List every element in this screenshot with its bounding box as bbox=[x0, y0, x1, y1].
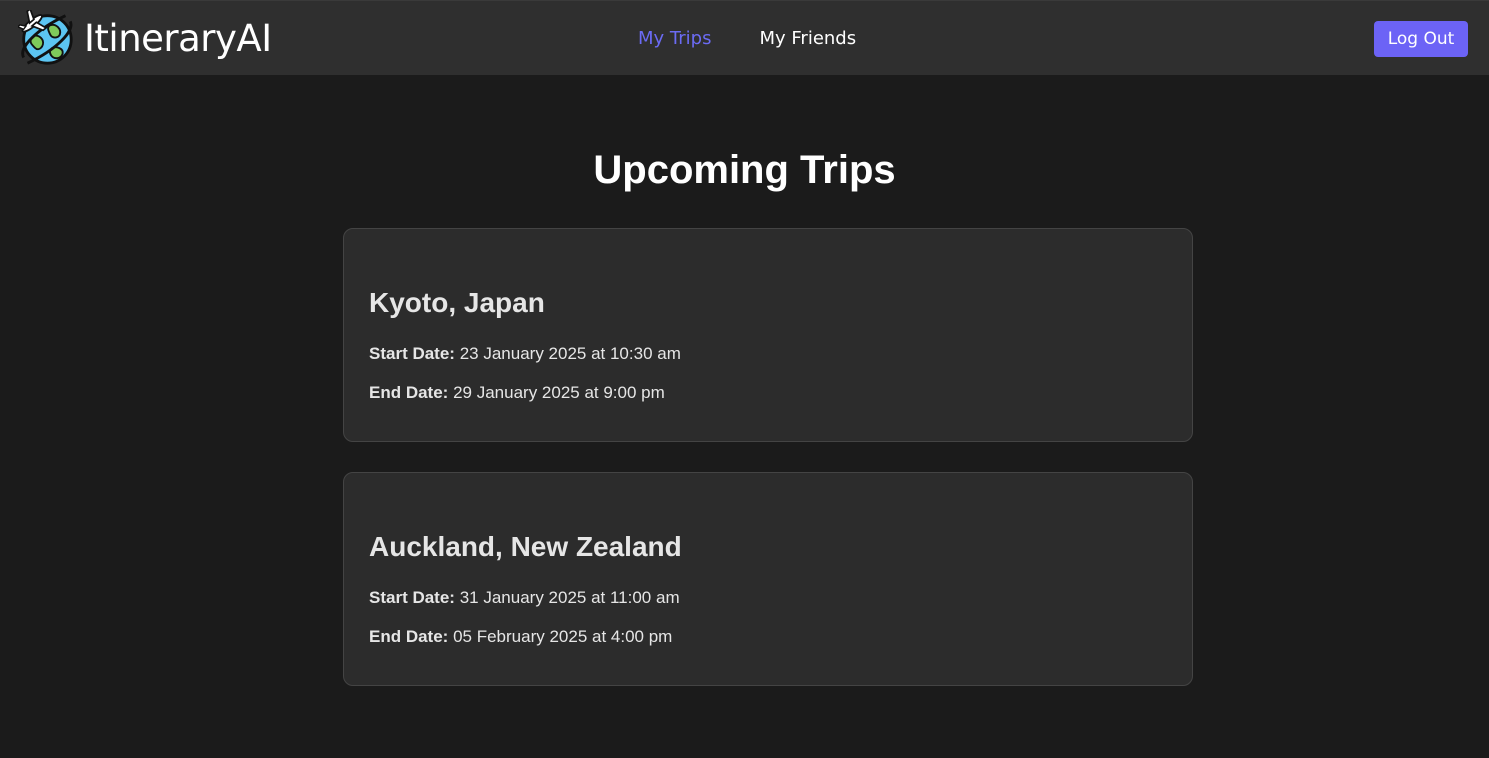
main-nav: My Trips My Friends bbox=[638, 28, 856, 49]
trip-destination: Auckland, New Zealand bbox=[369, 531, 682, 562]
start-date-label: Start Date: bbox=[369, 588, 455, 607]
start-date-label: Start Date: bbox=[369, 344, 455, 363]
trip-destination: Kyoto, Japan bbox=[369, 287, 545, 318]
end-date-value: 29 January 2025 at 9:00 pm bbox=[453, 383, 665, 402]
logout-button[interactable]: Log Out bbox=[1374, 21, 1468, 57]
trip-start-date: Start Date: 31 January 2025 at 11:00 am bbox=[369, 588, 680, 608]
start-date-value: 23 January 2025 at 10:30 am bbox=[459, 344, 681, 363]
page-title: Upcoming Trips bbox=[593, 148, 896, 192]
trip-card[interactable]: Auckland, New Zealand Start Date: 31 Jan… bbox=[343, 472, 1193, 686]
trip-start-date: Start Date: 23 January 2025 at 10:30 am bbox=[369, 344, 681, 364]
globe-airplane-icon bbox=[18, 10, 73, 65]
navbar: ItineraryAI My Trips My Friends Log Out bbox=[0, 0, 1489, 75]
brand-home-link[interactable]: ItineraryAI bbox=[18, 10, 272, 67]
nav-my-trips[interactable]: My Trips bbox=[638, 28, 711, 49]
end-date-value: 05 February 2025 at 4:00 pm bbox=[453, 627, 673, 646]
start-date-value: 31 January 2025 at 11:00 am bbox=[459, 588, 680, 607]
trip-card[interactable]: Kyoto, Japan Start Date: 23 January 2025… bbox=[343, 228, 1193, 442]
trip-end-date: End Date: 05 February 2025 at 4:00 pm bbox=[369, 627, 672, 647]
end-date-label: End Date: bbox=[369, 627, 449, 646]
app-name: ItineraryAI bbox=[84, 17, 272, 60]
end-date-label: End Date: bbox=[369, 383, 449, 402]
trip-end-date: End Date: 29 January 2025 at 9:00 pm bbox=[369, 383, 665, 403]
nav-my-friends[interactable]: My Friends bbox=[759, 28, 856, 49]
